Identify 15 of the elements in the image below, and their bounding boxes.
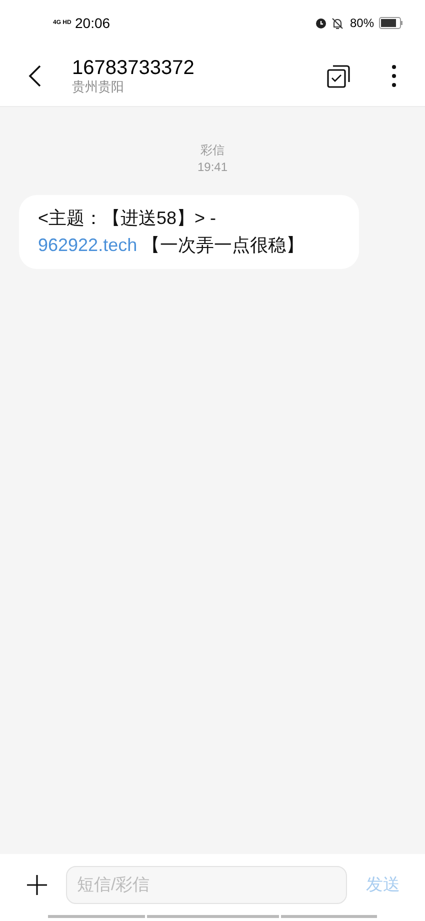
select-icon[interactable] — [327, 64, 351, 88]
message-text: <主题：【进送58】> - 962922.tech 【一次弄一点很稳】 — [38, 207, 306, 257]
add-icon[interactable] — [26, 874, 48, 896]
contact-location: 贵州贵阳 — [72, 79, 125, 95]
clock-time: 20:06 — [75, 14, 110, 32]
contact-number: 16783733372 — [72, 57, 194, 79]
alarm-icon — [314, 17, 327, 29]
message-type: 彩信 — [200, 142, 224, 159]
more-menu-icon[interactable] — [391, 65, 397, 87]
battery-percent: 80% — [350, 15, 374, 32]
message-input[interactable]: 短信/彩信 — [66, 866, 347, 904]
message-time: 19:41 — [197, 159, 228, 176]
message-link[interactable]: 962922.tech — [38, 235, 138, 255]
battery-icon — [379, 17, 403, 29]
muted-bell-icon — [330, 16, 344, 30]
